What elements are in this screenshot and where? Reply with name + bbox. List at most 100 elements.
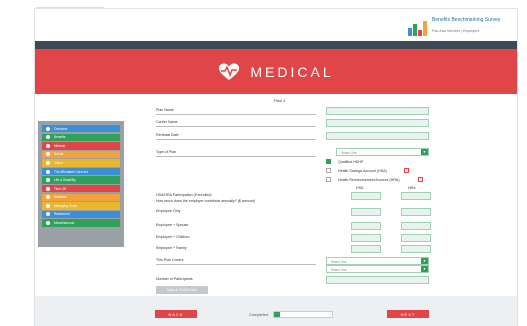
hsa-employee-spouse-input[interactable] bbox=[351, 222, 381, 230]
sidebar-item-benefits[interactable]: Benefits bbox=[42, 133, 120, 141]
sidebar-item-label: Managing Costs bbox=[54, 203, 78, 208]
heart-icon bbox=[46, 143, 50, 148]
sidebar-item-retirement[interactable]: Retirement bbox=[42, 210, 120, 219]
plan-covers-select-2[interactable]: Select One ▾ bbox=[326, 265, 429, 273]
heart-pulse-icon bbox=[219, 63, 240, 80]
sidebar-item-label: Benefits bbox=[54, 135, 66, 140]
sidebar-item-aca[interactable]: The Affordable Care Act bbox=[42, 167, 120, 176]
sidebar-item-vision[interactable]: Vision bbox=[42, 159, 120, 167]
section-dot-icon bbox=[46, 126, 50, 131]
plan-covers-select-value: Select One bbox=[331, 259, 347, 264]
completed-label: Completed bbox=[249, 312, 269, 317]
carrier-name-label: Carrier Name bbox=[156, 120, 178, 124]
sidebar-item-label: Medical bbox=[54, 143, 65, 148]
chevron-down-icon: ▾ bbox=[421, 149, 428, 155]
section-dot-icon bbox=[46, 186, 50, 191]
participants-input[interactable] bbox=[326, 276, 429, 284]
hsa-participation-input[interactable] bbox=[351, 192, 381, 200]
row-label: Employee Only bbox=[156, 209, 181, 213]
hsa-checkbox[interactable] bbox=[326, 168, 331, 173]
hsa-label: Health Savings Account (HSA) bbox=[338, 169, 387, 173]
divider bbox=[156, 126, 316, 127]
type-of-plan-select-value: Select One bbox=[341, 150, 357, 155]
sidebar-item-time-off[interactable]: Time Off bbox=[42, 185, 120, 193]
sidebar-item-medical[interactable]: Medical bbox=[42, 142, 120, 150]
divider bbox=[156, 139, 316, 140]
logo-title: Benefits Benchmarking Survey bbox=[432, 17, 501, 23]
divider bbox=[156, 264, 316, 265]
section-sidebar: Overview Benefits Medical Dental Vision … bbox=[38, 121, 124, 247]
hra-employee-only-input[interactable] bbox=[401, 208, 431, 216]
sidebar-item-label: Life & Disability bbox=[54, 178, 76, 183]
section-dot-icon bbox=[46, 169, 50, 174]
plan-name-input[interactable] bbox=[326, 107, 429, 115]
sidebar-item-overview[interactable]: Overview bbox=[42, 125, 120, 133]
page-footer: BACK Completed NEXT bbox=[35, 296, 517, 326]
logo-subtitle: Pan-Asia Member | Employers bbox=[432, 29, 480, 33]
save-finish-later-button[interactable]: Save & Finish Later bbox=[156, 286, 208, 294]
participants-label: Number of Participants bbox=[156, 277, 193, 281]
hra-employee-family-input[interactable] bbox=[401, 245, 431, 253]
section-banner: MEDICAL bbox=[35, 49, 517, 94]
qualified-hdhp-checkbox[interactable] bbox=[326, 159, 331, 164]
hra-column-header: HRA bbox=[408, 186, 416, 190]
section-dot-icon bbox=[46, 212, 50, 217]
section-dot-icon bbox=[46, 178, 50, 183]
sidebar-item-label: The Affordable Care Act bbox=[54, 169, 88, 174]
plan-name-label: Plan Name bbox=[156, 108, 174, 112]
back-button[interactable]: BACK bbox=[155, 310, 197, 318]
qualified-hdhp-label: Qualified HDHP bbox=[338, 160, 364, 164]
sidebar-item-label: Time Off bbox=[54, 186, 67, 191]
next-button[interactable]: NEXT bbox=[387, 310, 429, 318]
divider bbox=[156, 156, 316, 157]
sidebar-item-label: Dental bbox=[54, 152, 64, 157]
page-title: MEDICAL bbox=[250, 63, 334, 80]
sidebar-item-dental[interactable]: Dental bbox=[42, 150, 120, 159]
plan-title: Plan 1 bbox=[274, 98, 286, 103]
bar-chart-logo-icon bbox=[408, 18, 430, 36]
plan-covers-select-1[interactable]: Select One ▾ bbox=[326, 257, 429, 265]
sidebar-item-label: Vision bbox=[54, 161, 63, 165]
divider bbox=[156, 114, 316, 115]
type-of-plan-select[interactable]: Select One ▾ bbox=[336, 148, 429, 156]
section-dot-icon bbox=[46, 221, 50, 226]
section-dot-icon bbox=[46, 195, 50, 200]
window-tab bbox=[36, 0, 104, 8]
type-of-plan-label: Type of Plan bbox=[156, 150, 176, 154]
hra-employee-children-input[interactable] bbox=[401, 234, 431, 242]
sidebar-item-label: Overview bbox=[54, 126, 68, 131]
hsa-employee-children-input[interactable] bbox=[351, 234, 381, 242]
renewal-date-label: Renewal Date bbox=[156, 133, 179, 137]
section-dot-icon bbox=[46, 203, 50, 208]
sidebar-item-miscellaneous[interactable]: Miscellaneous bbox=[42, 219, 120, 227]
contribution-question: How much does the employer contribute an… bbox=[156, 199, 256, 203]
hra-employee-spouse-input[interactable] bbox=[401, 222, 431, 230]
hra-checkbox[interactable] bbox=[326, 177, 331, 182]
plan-covers-select-value: Select One bbox=[331, 267, 347, 272]
hra-participation-input[interactable] bbox=[401, 192, 431, 200]
row-label: Employee + Spouse bbox=[156, 223, 189, 227]
sidebar-item-life-disability[interactable]: Life & Disability bbox=[42, 176, 120, 184]
sidebar-item-label: Retirement bbox=[54, 212, 70, 217]
renewal-date-input[interactable] bbox=[326, 132, 429, 140]
progress-fill bbox=[274, 312, 280, 317]
survey-logo: Benefits Benchmarking Survey Pan-Asia Me… bbox=[408, 14, 508, 38]
sidebar-item-managing-costs[interactable]: Managing Costs bbox=[42, 202, 120, 210]
section-dot-icon bbox=[46, 152, 50, 157]
sidebar-item-label: Miscellaneous bbox=[54, 221, 75, 226]
info-icon[interactable]: i bbox=[404, 168, 409, 173]
top-navbar bbox=[35, 41, 517, 49]
plan-covers-label: This Plan Covers bbox=[156, 258, 184, 262]
sidebar-item-wellness[interactable]: Wellness bbox=[42, 193, 120, 202]
hsa-employee-family-input[interactable] bbox=[351, 245, 381, 253]
chevron-down-icon: ▾ bbox=[421, 266, 428, 272]
row-label: Employee + Family bbox=[156, 246, 187, 250]
hsa-participation-label: HSA/HRA Participation (if enrolled) bbox=[156, 193, 212, 197]
carrier-name-input[interactable] bbox=[326, 119, 429, 127]
hsa-employee-only-input[interactable] bbox=[351, 208, 381, 216]
completion-progress-bar bbox=[273, 311, 333, 318]
chevron-down-icon: ▾ bbox=[421, 258, 428, 264]
section-dot-icon bbox=[46, 135, 50, 140]
info-icon[interactable]: i bbox=[418, 177, 423, 182]
section-dot-icon bbox=[46, 161, 50, 165]
